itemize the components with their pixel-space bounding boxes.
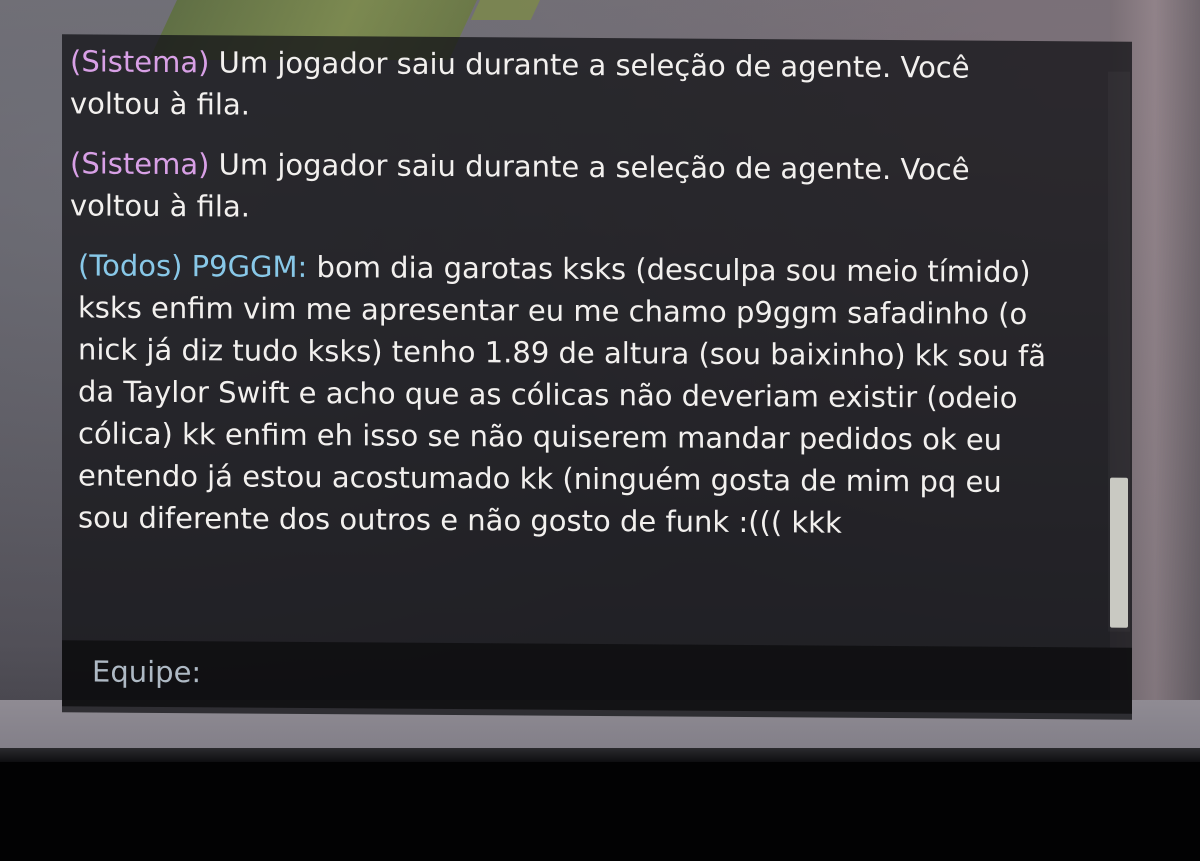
chat-log: (Sistema) Um jogador saiu durante a sele… <box>62 34 1102 641</box>
chat-message-system-2: (Sistema) Um jogador saiu durante a sele… <box>70 142 1050 233</box>
chat-message-system-1: (Sistema) Um jogador saiu durante a sele… <box>70 40 1050 131</box>
chat-panel: (Sistema) Um jogador saiu durante a sele… <box>62 34 1132 720</box>
background-grass-patch <box>470 0 550 20</box>
monitor-bezel <box>0 762 1200 861</box>
chat-scrollbar-thumb[interactable] <box>1110 477 1128 628</box>
message-text: bom dia garotas ksks (desculpa sou meio … <box>78 250 1046 540</box>
chat-message-all: (Todos) P9GGM: bom dia garotas ksks (des… <box>78 244 1058 545</box>
channel-tag-system: (Sistema) <box>70 146 210 182</box>
chat-channel-label: Equipe: <box>92 654 202 690</box>
sender-name[interactable]: P9GGM: <box>192 249 308 284</box>
game-screen: (Sistema) Um jogador saiu durante a sele… <box>0 0 1200 861</box>
channel-tag-all: (Todos) <box>78 248 183 284</box>
chat-input-field[interactable]: Equipe: <box>62 640 1132 714</box>
channel-tag-system: (Sistema) <box>70 44 210 80</box>
